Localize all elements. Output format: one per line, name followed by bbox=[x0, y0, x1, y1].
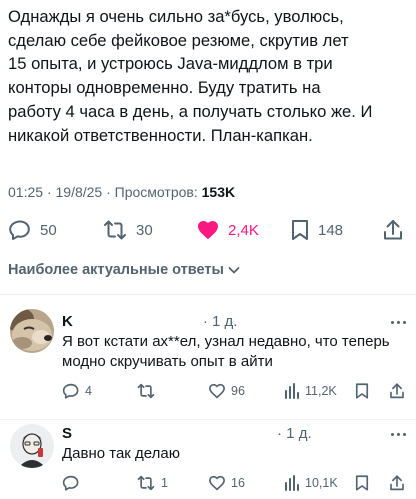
share-button[interactable] bbox=[388, 380, 406, 402]
replies-sort-dropdown[interactable]: Наиболее актуальные ответы bbox=[8, 262, 241, 278]
views-button[interactable]: 11,2K bbox=[284, 380, 337, 402]
reply-text: Давно так делаю bbox=[62, 445, 180, 462]
share-button[interactable] bbox=[382, 214, 404, 246]
bookmark-icon bbox=[355, 383, 369, 399]
analytics-icon bbox=[285, 475, 299, 491]
post-text-line: никакой ответственности. План-капкан. bbox=[8, 125, 313, 145]
share-icon bbox=[384, 220, 402, 240]
like-count: 16 bbox=[231, 476, 245, 490]
post-text-line: конторы одновременно. Буду тратить на bbox=[8, 78, 321, 98]
bookmark-icon bbox=[292, 220, 308, 240]
analytics-icon bbox=[285, 383, 299, 399]
reply-button[interactable] bbox=[62, 472, 85, 494]
reply-author-name[interactable]: K bbox=[62, 313, 73, 330]
share-icon bbox=[390, 383, 404, 399]
reply-icon bbox=[62, 475, 79, 491]
bookmark-button[interactable]: 148 bbox=[290, 214, 343, 246]
more-options-icon[interactable] bbox=[391, 433, 406, 436]
post-meta: 01:25 · 19/8/25 · Просмотров: 153K bbox=[8, 184, 235, 200]
repost-count: 30 bbox=[136, 221, 153, 239]
reply-action-bar: 4 96 11,2K bbox=[0, 380, 416, 402]
reply-author-name[interactable]: S bbox=[62, 425, 72, 442]
repost-icon bbox=[137, 383, 155, 399]
post-text-line: работу 4 часа в день, а получать столько… bbox=[8, 101, 373, 121]
post-text-line: 15 опыта, и устроюсь Java-миддлом в три bbox=[8, 54, 333, 74]
repost-button[interactable]: 1 bbox=[136, 472, 168, 494]
like-count: 2,4K bbox=[228, 221, 259, 239]
avatar[interactable] bbox=[10, 424, 54, 468]
heart-icon bbox=[209, 383, 225, 399]
post-date[interactable]: 19/8/25 bbox=[56, 184, 103, 200]
reply-text: Я вот кстати ах**ел, узнал недавно, что … bbox=[62, 333, 390, 370]
like-button[interactable]: 16 bbox=[208, 472, 245, 494]
share-icon bbox=[390, 475, 404, 491]
heart-icon bbox=[198, 221, 218, 240]
views-count: 153K bbox=[201, 184, 236, 200]
like-count: 96 bbox=[231, 384, 245, 398]
reply-item[interactable]: S · 1 д. Давно так делаю 1 16 10,1K bbox=[0, 420, 416, 499]
reply-time[interactable]: · 1 д. bbox=[277, 425, 312, 442]
bookmark-button[interactable] bbox=[354, 472, 370, 494]
reply-button[interactable]: 50 bbox=[8, 214, 57, 246]
reply-header: K · 1 д. bbox=[62, 313, 237, 330]
heart-icon bbox=[209, 475, 225, 491]
views-label: Просмотров: bbox=[114, 184, 198, 200]
like-button[interactable]: 2,4K bbox=[196, 214, 259, 246]
reply-icon bbox=[62, 383, 79, 399]
meta-separator: · bbox=[46, 184, 52, 200]
bookmark-count: 148 bbox=[318, 221, 344, 239]
reply-header: S · 1 д. bbox=[62, 425, 312, 442]
post-text: Однажды я очень сильно за*бусь, уволюсь,… bbox=[8, 5, 412, 147]
reply-count: 50 bbox=[40, 221, 57, 239]
reply-icon bbox=[9, 220, 30, 240]
repost-button[interactable] bbox=[136, 380, 161, 402]
share-button[interactable] bbox=[388, 472, 406, 494]
reply-count: 4 bbox=[85, 384, 92, 398]
views-count: 11,2K bbox=[305, 384, 337, 398]
views-button[interactable]: 10,1K bbox=[284, 472, 338, 494]
chevron-down-icon bbox=[228, 267, 240, 274]
post-text-line: Однажды я очень сильно за*бусь, уволюсь, bbox=[8, 7, 344, 26]
post-text-line: сделаю себе фейковое резюме, скрутив лет bbox=[8, 30, 349, 50]
repost-button[interactable]: 30 bbox=[102, 214, 153, 246]
reply-button[interactable]: 4 bbox=[62, 380, 92, 402]
post-time[interactable]: 01:25 bbox=[8, 184, 43, 200]
views-count: 10,1K bbox=[305, 476, 338, 490]
like-button[interactable]: 96 bbox=[208, 380, 245, 402]
avatar[interactable] bbox=[10, 309, 54, 353]
reply-action-bar: 1 16 10,1K bbox=[0, 472, 416, 494]
replies-sort-label: Наиболее актуальные ответы bbox=[8, 262, 224, 278]
repost-icon bbox=[137, 475, 155, 491]
reply-time[interactable]: · 1 д. bbox=[203, 313, 238, 330]
repost-icon bbox=[104, 220, 126, 240]
more-options-icon[interactable] bbox=[391, 321, 406, 324]
reply-item[interactable]: K · 1 д. Я вот кстати ах**ел, узнал неда… bbox=[0, 295, 416, 419]
bookmark-icon bbox=[355, 475, 369, 491]
meta-separator: · bbox=[106, 184, 111, 200]
bookmark-button[interactable] bbox=[354, 380, 370, 402]
post-action-bar: 50 30 2,4K 148 bbox=[0, 214, 416, 246]
repost-count: 1 bbox=[161, 476, 168, 490]
